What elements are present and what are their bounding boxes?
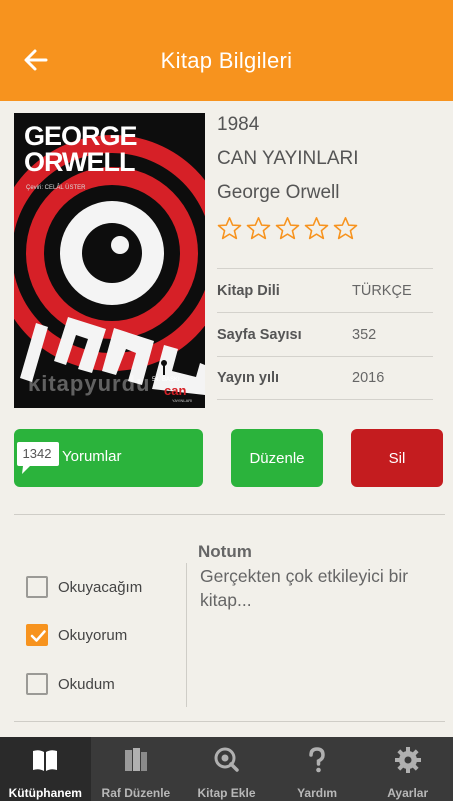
vertical-divider [186,563,187,707]
comments-label: Yorumlar [62,448,122,465]
status-label: Okudum [58,675,115,693]
book-author: George Orwell [217,182,340,203]
status-label: Okuyacağım [58,578,143,596]
gear-icon [394,747,421,773]
search-add-icon [214,747,240,772]
status-read[interactable]: Okudum [26,673,115,695]
info-value: 352 [352,326,377,343]
note-title: Notum [198,542,252,561]
info-label: Kitap Dili [217,282,280,299]
cover-author-line2: ORWELL [24,147,135,177]
nav-label: Kütüphanem [8,786,82,800]
nav-item-help[interactable]: Yardım [272,737,363,801]
comments-button[interactable]: 1342 Yorumlar [14,429,203,487]
nav-item-shelf[interactable]: Raf Düzenle [91,737,182,801]
star-icon[interactable] [332,215,359,242]
info-row-year: Yayın yılı 2016 [217,356,433,400]
status-label: Okuyorum [58,626,128,644]
info-label: Yayın yılı [217,370,280,386]
note-text[interactable]: Gerçekten çok etkileyici bir kitap... [200,564,448,612]
star-icon[interactable] [216,215,243,242]
app-bar: Kitap Bilgileri [0,0,453,101]
nav-item-settings[interactable]: Ayarlar [362,737,453,801]
bottom-nav: Kütüphanem Raf Düzenle Kitap Ekle Yardım [0,737,453,801]
book-cover: GEORGE ORWELL Çeviri: CELÂL ÜSTER 1984 5… [14,113,205,408]
info-label: Sayfa Sayısı [217,326,302,343]
cover-watermark: kitapyurdu [28,371,151,396]
checkmark-icon [30,630,46,642]
book-open-icon [33,750,58,771]
page-title: Kitap Bilgileri [160,48,293,73]
book-info-table: Kitap Dili TÜRKÇE Sayfa Sayısı 352 Yayın… [217,268,433,400]
info-value: 2016 [352,370,385,386]
star-icon[interactable] [274,215,301,242]
divider [14,514,445,515]
book-publisher: CAN YAYINLARI [217,148,359,169]
book-title: 1984 [217,114,260,135]
info-value: TÜRKÇE [352,282,412,299]
nav-label: Yardım [297,786,338,800]
nav-item-library[interactable]: Kütüphanem [0,737,91,801]
nav-label: Raf Düzenle [101,786,171,800]
delete-button[interactable]: Sil [351,429,443,487]
cover-publisher-small: YAYINLARI [172,398,193,403]
checkbox[interactable] [26,576,48,598]
shelf-books-icon [124,748,147,771]
cover-translator: Çeviri: CELÂL ÜSTER [26,185,86,191]
rating-stars [216,215,359,242]
cover-publisher-logo: can [164,383,187,398]
divider [14,721,445,722]
nav-item-add-book[interactable]: Kitap Ekle [181,737,272,801]
star-icon[interactable] [303,215,330,242]
star-icon[interactable] [245,215,272,242]
status-reading[interactable]: Okuyorum [26,624,127,646]
info-row-pages: Sayfa Sayısı 352 [217,312,433,356]
nav-label: Kitap Ekle [197,786,256,800]
status-to-read[interactable]: Okuyacağım [26,576,142,598]
cover-author-line1: GEORGE [24,121,138,151]
question-icon [309,747,325,773]
checkbox[interactable] [26,624,48,646]
comment-count: 1342 [22,445,52,461]
checkbox[interactable] [26,673,48,695]
info-row-language: Kitap Dili TÜRKÇE [217,268,433,312]
edit-button[interactable]: Düzenle [231,429,323,487]
nav-label: Ayarlar [387,786,429,800]
